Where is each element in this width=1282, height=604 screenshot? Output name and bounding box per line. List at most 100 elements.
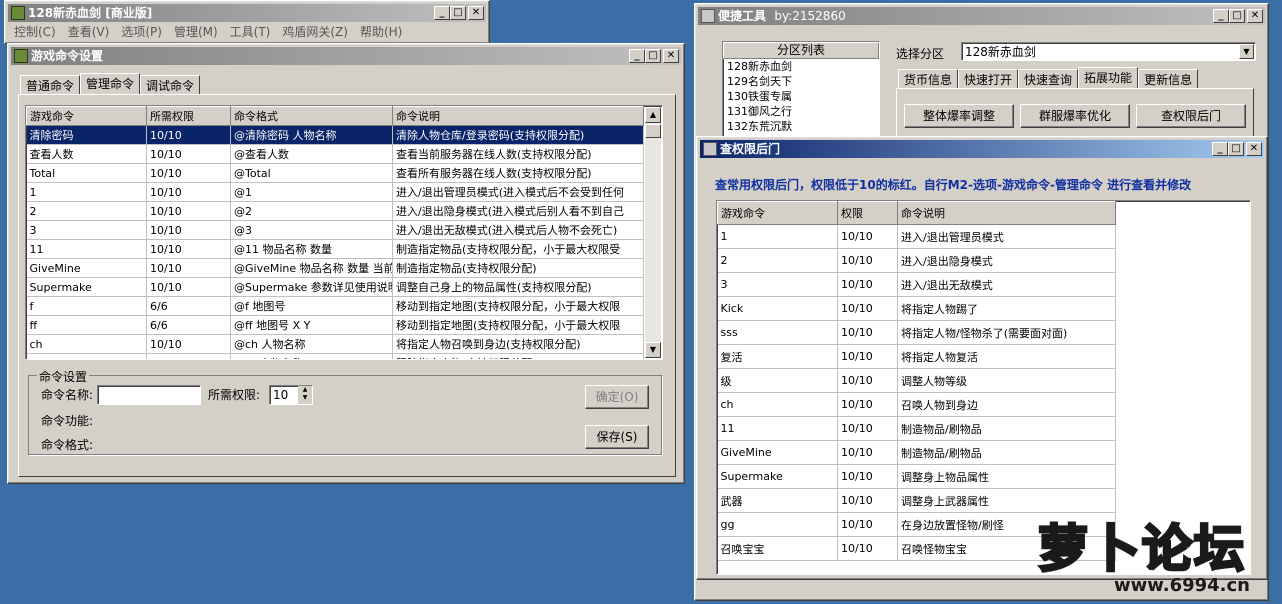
table-row[interactable]: GiveMine 10/10 制造物品/刷物品 bbox=[717, 440, 1116, 465]
window-icon bbox=[14, 49, 28, 63]
cmd-window-titlebar[interactable]: 游戏命令设置 _ □ ✕ bbox=[11, 47, 681, 65]
menu-options[interactable]: 选项(P) bbox=[115, 23, 168, 41]
tool-window-titlebar[interactable]: 便捷工具 by:2152860 _ □ ✕ bbox=[698, 7, 1265, 25]
table-row[interactable]: 级 10/10 调整人物等级 bbox=[717, 368, 1116, 393]
col-header-description[interactable]: 命令说明 bbox=[392, 106, 644, 126]
tab-currency-info[interactable]: 货币信息 bbox=[898, 69, 959, 88]
close-button[interactable]: ✕ bbox=[663, 49, 679, 63]
table-row[interactable]: Supermake 10/10 @Supermake 参数详见使用说明 调整自己身上的… bbox=[26, 277, 644, 297]
zone-select[interactable]: 128新赤血剑 ▼ bbox=[961, 42, 1256, 61]
col-header-command[interactable]: 游戏命令 bbox=[26, 106, 147, 126]
table-row[interactable]: 11 10/10 @11 物品名称 数量 制造指定物品(支持权限分配，小于最大权限受 bbox=[26, 239, 644, 259]
tab-quick-query[interactable]: 快速查询 bbox=[1018, 69, 1079, 88]
table-cell: 6/6 bbox=[146, 315, 231, 335]
table-row[interactable]: ff 6/6 @ff 地图号 X Y 移动到指定地图(支持权限分配，小于最大权限 bbox=[26, 315, 644, 335]
tab-quick-open[interactable]: 快速打开 bbox=[958, 69, 1019, 88]
zone-item[interactable]: 131御风之行 bbox=[723, 104, 879, 119]
table-cell: 10/10 bbox=[837, 296, 898, 321]
spinner-arrows-icon[interactable]: ▲ ▼ bbox=[298, 386, 312, 404]
table-cell: 召唤宝宝 bbox=[717, 536, 838, 561]
close-button[interactable]: ✕ bbox=[1246, 142, 1262, 156]
table-cell: 调整人物等级 bbox=[897, 368, 1116, 393]
table-row[interactable]: 清除密码 10/10 @清除密码 人物名称 清除人物仓库/登录密码(支持权限分配) bbox=[26, 125, 644, 145]
group-legend: 命令设置 bbox=[37, 368, 90, 385]
maximize-button[interactable]: □ bbox=[450, 6, 466, 20]
table-cell: @GiveMine 物品名称 数量 当前 bbox=[230, 258, 393, 278]
table-row[interactable]: ch 10/10 @ch 人物名称 将指定人物召唤到身边(支持权限分配) bbox=[26, 334, 644, 354]
minimize-button[interactable]: _ bbox=[629, 49, 645, 63]
table-row[interactable]: 2 10/10 进入/退出隐身模式 bbox=[717, 248, 1116, 273]
table-cell: Supermake bbox=[717, 464, 838, 489]
main-window-titlebar[interactable]: 128新赤血剑 [商业版] _ □ ✕ bbox=[8, 4, 486, 22]
menu-help[interactable]: 帮助(H) bbox=[354, 23, 408, 41]
command-table-scrollbar[interactable]: ▲ ▼ bbox=[645, 107, 661, 358]
col-header-permission[interactable]: 所需权限 bbox=[146, 106, 231, 126]
menu-tools[interactable]: 工具(T) bbox=[224, 23, 277, 41]
table-cell: ch bbox=[26, 334, 147, 354]
table-cell: 将指定人物复活 bbox=[897, 344, 1116, 369]
minimize-button[interactable]: _ bbox=[1213, 9, 1229, 23]
menu-gateway[interactable]: 鸡盾网关(Z) bbox=[276, 23, 354, 41]
table-row[interactable]: Kick 10/10 将指定人物踢了 bbox=[717, 296, 1116, 321]
table-cell: @查看人数 bbox=[230, 144, 393, 164]
check-backdoor-button[interactable]: 查权限后门 bbox=[1136, 104, 1246, 128]
perm-window-titlebar[interactable]: 查权限后门 _ □ ✕ bbox=[700, 140, 1264, 158]
col-header-command[interactable]: 游戏命令 bbox=[717, 201, 838, 225]
table-cell: 10/10 bbox=[837, 464, 898, 489]
scroll-thumb[interactable] bbox=[645, 124, 661, 138]
col-header-description[interactable]: 命令说明 bbox=[897, 201, 1116, 225]
group-drop-rate-button[interactable]: 群服爆率优化 bbox=[1020, 104, 1130, 128]
close-button[interactable]: ✕ bbox=[1247, 9, 1263, 23]
save-button[interactable]: 保存(S) bbox=[585, 425, 649, 449]
tab-admin-commands[interactable]: 管理命令 bbox=[80, 73, 141, 94]
table-cell: 10/10 bbox=[146, 144, 231, 164]
table-row[interactable]: sss 10/10 将指定人物/怪物杀了(需要面对面) bbox=[717, 320, 1116, 345]
table-row[interactable]: 3 10/10 @3 进入/退出无敌模式(进入模式后人物不会死亡) bbox=[26, 220, 644, 240]
minimize-button[interactable]: _ bbox=[1212, 142, 1228, 156]
table-row[interactable]: 复活 10/10 将指定人物复活 bbox=[717, 344, 1116, 369]
zone-item[interactable]: 130铁蛋专属 bbox=[723, 89, 879, 104]
tab-normal-commands[interactable]: 普通命令 bbox=[20, 75, 81, 94]
table-row[interactable]: 查看人数 10/10 @查看人数 查看当前服务器在线人数(支持权限分配) bbox=[26, 144, 644, 164]
tab-update-info[interactable]: 更新信息 bbox=[1138, 69, 1199, 88]
table-row[interactable]: f 6/6 @f 地图号 移动到指定地图(支持权限分配，小于最大权限 bbox=[26, 296, 644, 316]
maximize-button[interactable]: □ bbox=[1229, 9, 1245, 23]
table-row[interactable]: 11 10/10 制造物品/刷物品 bbox=[717, 416, 1116, 441]
drop-rate-adjust-button[interactable]: 整体爆率调整 bbox=[904, 104, 1014, 128]
table-cell: 10/10 bbox=[146, 125, 231, 145]
zone-item[interactable]: 128新赤血剑 bbox=[723, 59, 879, 74]
menu-manage[interactable]: 管理(M) bbox=[168, 23, 224, 41]
table-row[interactable]: Total 10/10 @Total 查看所有服务器在线人数(支持权限分配) bbox=[26, 163, 644, 183]
table-row[interactable]: 2 10/10 @2 进入/退出隐身模式(进入模式后别人看不到自己 bbox=[26, 201, 644, 221]
watermark-text: 萝卜论坛 bbox=[1037, 519, 1246, 580]
menu-view[interactable]: 查看(V) bbox=[62, 23, 116, 41]
scroll-up-button[interactable]: ▲ bbox=[645, 107, 661, 123]
zone-item[interactable]: 129名剑天下 bbox=[723, 74, 879, 89]
table-row[interactable]: 2/10@__ 人物名称跟踪指定人物(支持权限分配) bbox=[26, 353, 644, 359]
table-cell: 制造物品/刷物品 bbox=[897, 416, 1116, 441]
tab-extensions[interactable]: 拓展功能 bbox=[1078, 67, 1139, 88]
tool-icon bbox=[701, 9, 715, 23]
col-header-format[interactable]: 命令格式 bbox=[230, 106, 393, 126]
menu-control[interactable]: 控制(C) bbox=[8, 23, 62, 41]
tab-debug-commands[interactable]: 调试命令 bbox=[140, 75, 201, 94]
chevron-down-icon[interactable]: ▼ bbox=[1239, 44, 1254, 59]
table-row[interactable]: GiveMine 10/10 @GiveMine 物品名称 数量 当前 制造指定物品(… bbox=[26, 258, 644, 278]
command-name-input[interactable] bbox=[97, 385, 201, 405]
table-row[interactable]: 1 10/10 进入/退出管理员模式 bbox=[717, 224, 1116, 249]
table-row[interactable]: 1 10/10 @1 进入/退出管理员模式(进入模式后不会受到任何 bbox=[26, 182, 644, 202]
zone-list[interactable]: 分区列表 128新赤血剑 129名剑天下 130铁蛋专属 131御风之行 132… bbox=[722, 41, 880, 141]
maximize-button[interactable]: □ bbox=[1228, 142, 1244, 156]
minimize-button[interactable]: _ bbox=[434, 6, 450, 20]
zone-item[interactable]: 132东荒沉默 bbox=[723, 119, 879, 134]
scroll-down-button[interactable]: ▼ bbox=[645, 342, 661, 358]
table-row[interactable]: 3 10/10 进入/退出无敌模式 bbox=[717, 272, 1116, 297]
ok-button[interactable]: 确定(O) bbox=[585, 385, 649, 409]
table-cell: @ch 人物名称 bbox=[230, 334, 393, 354]
table-row[interactable]: Supermake 10/10 调整身上物品属性 bbox=[717, 464, 1116, 489]
permission-spinner[interactable]: 10 ▲ ▼ bbox=[269, 385, 313, 405]
close-button[interactable]: ✕ bbox=[468, 6, 484, 20]
maximize-button[interactable]: □ bbox=[645, 49, 661, 63]
col-header-permission[interactable]: 权限 bbox=[837, 201, 898, 225]
table-row[interactable]: ch 10/10 召唤人物到身边 bbox=[717, 392, 1116, 417]
